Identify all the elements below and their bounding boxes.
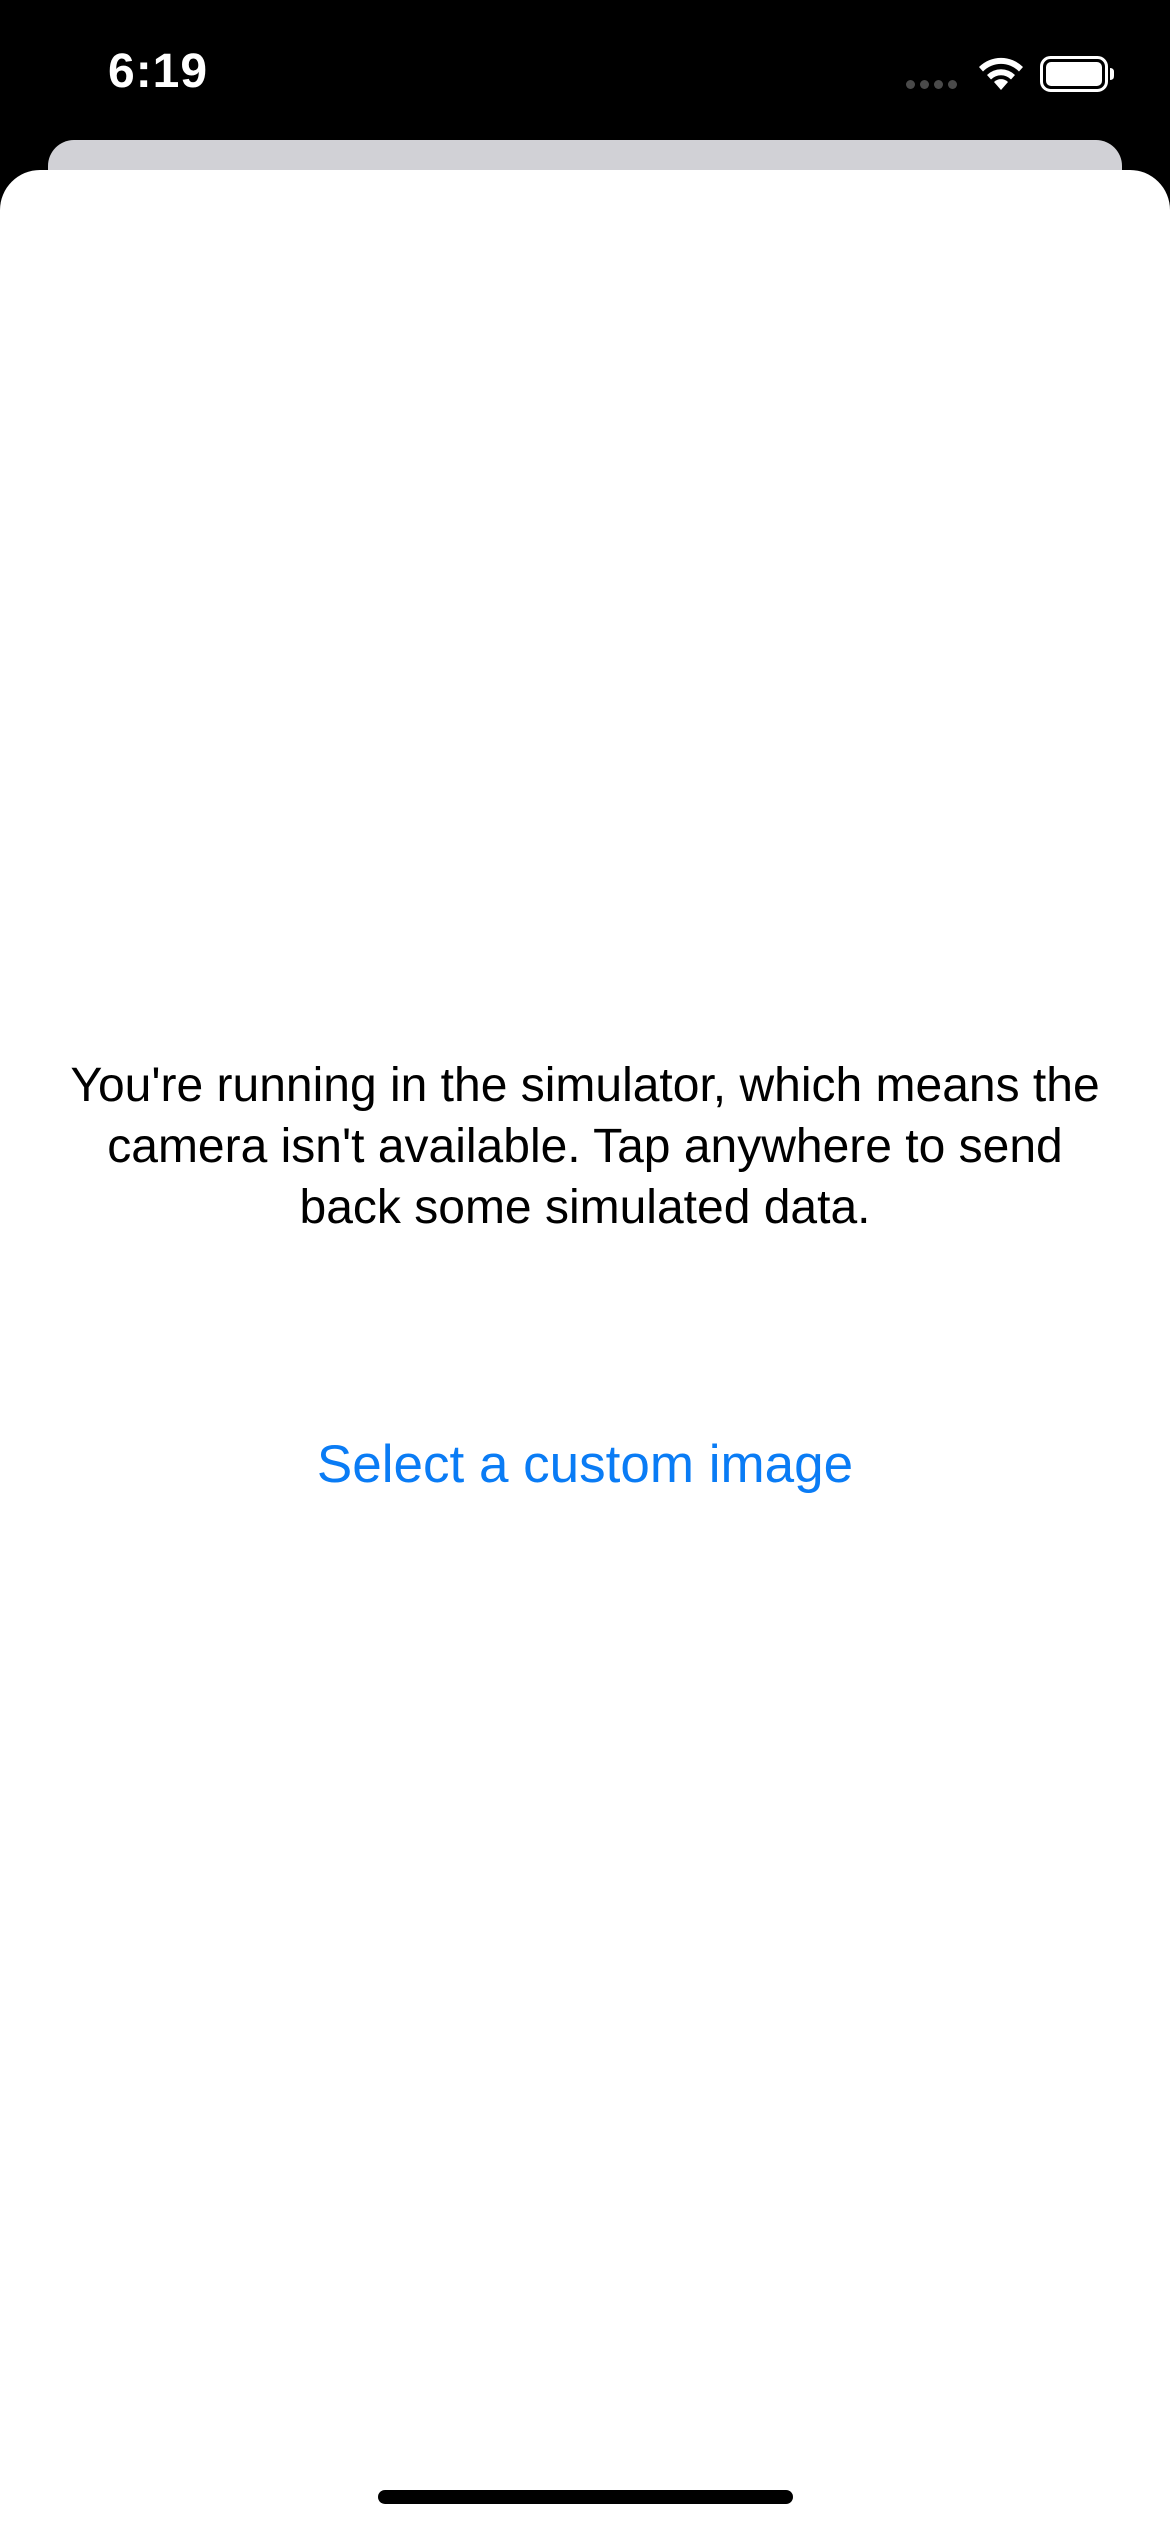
status-time: 6:19 [108,45,209,98]
battery-icon [1040,56,1114,92]
status-bar: 6:19 [0,0,1170,140]
select-custom-image-button[interactable]: Select a custom image [285,1430,885,1500]
cellular-signal-icon [906,80,957,89]
wifi-icon [979,57,1023,90]
home-indicator[interactable] [378,2490,793,2504]
camera-sheet[interactable] [0,170,1170,2532]
simulator-message[interactable]: You're running in the simulator, which m… [60,1055,1110,1238]
